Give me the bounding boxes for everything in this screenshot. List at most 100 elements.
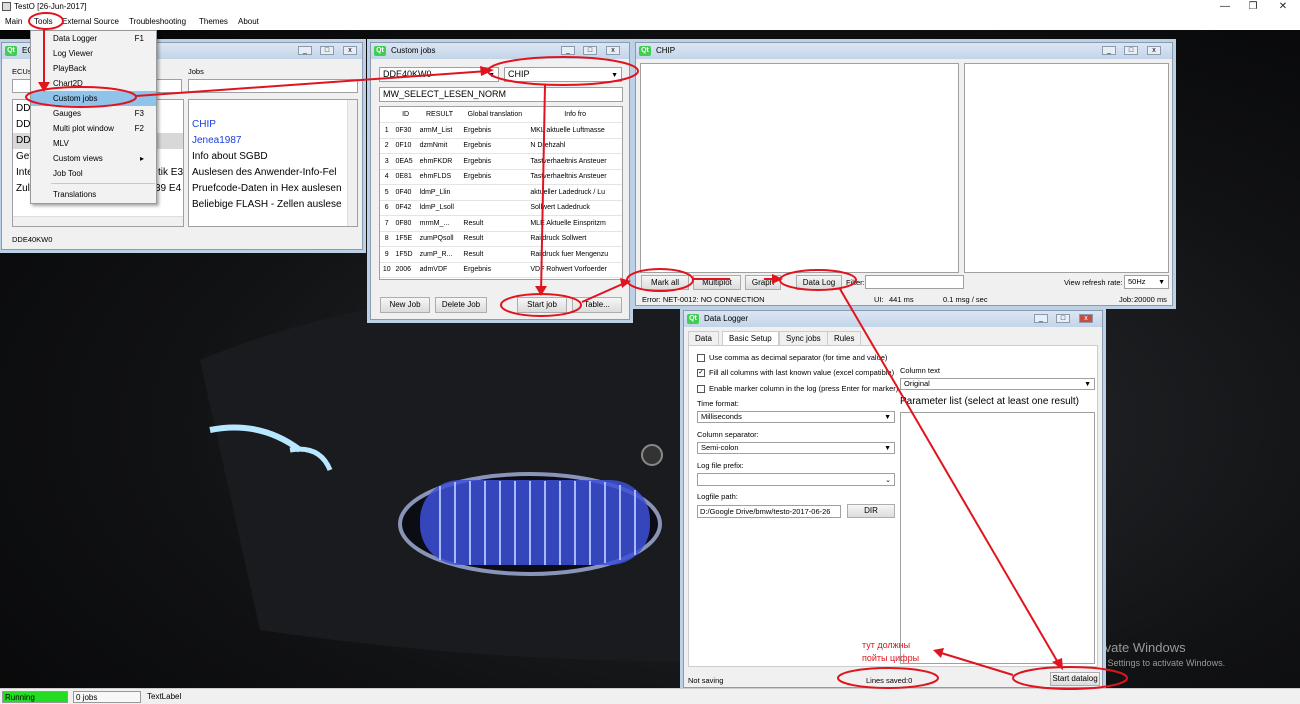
table-row[interactable]: 2 0F10 dzmNmit Ergebnis N Drehzahl (380, 138, 622, 154)
start-datalog-button[interactable]: Start datalog (1050, 672, 1100, 686)
list-item[interactable]: Info about SGBD (192, 151, 268, 162)
column-header[interactable]: Info fro (528, 107, 622, 123)
graph-button[interactable]: Graph (745, 275, 781, 290)
logfile-path-input[interactable]: D:/Google Drive/bmw/testo-2017-06-26 (697, 505, 841, 518)
log-prefix-combo[interactable]: ⌄ (697, 473, 895, 486)
maximize-icon[interactable]: □ (583, 46, 597, 55)
menu-separator (51, 183, 155, 184)
marker-column-checkbox[interactable] (697, 385, 705, 393)
maximize-icon[interactable]: □ (1124, 46, 1138, 55)
menu-item-translations[interactable]: Translations (31, 187, 156, 202)
menu-main[interactable]: Main (5, 17, 22, 26)
results-table[interactable]: ID RESULT Global translation Info fro 1 0F30… (379, 106, 623, 280)
table-row[interactable]: 3 0EA5 ehmFKDR Ergebnis Tastverhaeltnis Anst… (380, 153, 622, 170)
menu-item-multi-plot[interactable]: Multi plot window F2 (31, 121, 156, 136)
list-item[interactable]: DD (16, 135, 30, 146)
tab-data[interactable]: Data (688, 331, 719, 345)
comma-separator-checkbox[interactable] (697, 354, 705, 362)
menu-tools[interactable]: Tools (34, 17, 53, 26)
tab-basic-setup[interactable]: Basic Setup (722, 331, 779, 345)
refresh-rate-combo[interactable]: 50Hz ▼ (1124, 275, 1169, 289)
column-header[interactable]: Global translation (461, 107, 529, 123)
horizontal-scrollbar[interactable] (13, 216, 183, 226)
menu-item-custom-jobs[interactable]: Custom jobs (31, 91, 156, 106)
menubar: Main Tools External Source Troubleshooti… (0, 14, 1300, 30)
list-item[interactable]: Zul (16, 183, 30, 194)
column-text-combo[interactable]: Original ▼ (900, 378, 1095, 390)
filter-input[interactable] (865, 275, 964, 289)
time-format-combo[interactable]: Milliseconds ▼ (697, 411, 895, 423)
menu-troubleshooting[interactable]: Troubleshooting (129, 17, 186, 26)
table-row[interactable]: 9 1F5D zumP_R... Result Raildruck fuer Menge… (380, 246, 622, 263)
maximize-icon[interactable]: □ (1056, 314, 1070, 323)
menu-themes[interactable]: Themes (199, 17, 228, 26)
menu-item-custom-views[interactable]: Custom views ▸ (31, 151, 156, 166)
list-item[interactable]: DD (16, 103, 30, 114)
menu-item-log-viewer[interactable]: Log Viewer (31, 46, 156, 61)
table-row[interactable]: 10 2006 admVDF Ergebnis VDF Rohwert Vorfoerd… (380, 262, 622, 278)
table-row[interactable]: 1 0F30 armM_List Ergebnis MKL aktuelle Luftm… (380, 122, 622, 139)
vertical-scrollbar[interactable] (347, 100, 357, 226)
delete-job-button[interactable]: Delete Job (435, 297, 487, 313)
minimize-icon[interactable]: _ (298, 46, 312, 55)
lines-saved: Lines saved:0 (866, 676, 913, 685)
table-row[interactable]: 6 0F42 ldmP_Lsoll Sollwert Ladedruck (380, 200, 622, 216)
close-icon[interactable]: x (606, 46, 620, 55)
maximize-icon[interactable]: □ (320, 46, 334, 55)
multiplot-button[interactable]: Multiplot (693, 275, 741, 290)
table-cell: 0E81 (393, 169, 418, 185)
job-combo[interactable]: CHIP ▼ (504, 67, 622, 82)
tab-sync-jobs[interactable]: Sync jobs (779, 331, 828, 345)
app-title: TestO [26-Jun-2017] (14, 2, 87, 11)
job-name-field[interactable]: MW_SELECT_LESEN_NORM (379, 87, 623, 102)
start-job-button[interactable]: Start job (517, 297, 567, 313)
list-item[interactable]: Beliebige FLASH - Zellen auslese (192, 199, 342, 210)
minimize-icon[interactable]: _ (1034, 314, 1048, 323)
column-header[interactable]: ID (393, 107, 418, 123)
close-icon[interactable]: x (1079, 314, 1093, 323)
new-job-button[interactable]: New Job (380, 297, 430, 313)
table-row[interactable]: 5 0F40 ldmP_Llin aktueller Ladedruck / Lu (380, 184, 622, 201)
fill-columns-checkbox[interactable]: ✓ (697, 369, 705, 377)
table-row[interactable]: 8 1F5E zumPQsoll Result Raildruck Sollwert (380, 231, 622, 247)
mark-all-button[interactable]: Mark all (641, 275, 689, 290)
restore-icon[interactable]: ❐ (1240, 0, 1266, 14)
minimize-icon[interactable]: _ (561, 46, 575, 55)
table-row[interactable]: 4 0E81 ehmFLDS Ergebnis Tastverhaeltnis Anst… (380, 169, 622, 185)
column-separator-combo[interactable]: Semi-colon ▼ (697, 442, 895, 454)
close-icon[interactable]: ✕ (1270, 0, 1296, 14)
ecu-combo[interactable]: DDE40KW0 ▼ (379, 67, 499, 82)
data-logger-titlebar: Qt Data Logger _ □ x (684, 311, 1102, 327)
menu-about[interactable]: About (238, 17, 259, 26)
list-item[interactable]: Jenea1987 (192, 135, 242, 146)
minimize-icon[interactable]: — (1212, 0, 1238, 14)
list-item[interactable]: Auslesen des Anwender-Info-Fel (192, 167, 337, 178)
menu-item-gauges[interactable]: Gauges F3 (31, 106, 156, 121)
menu-item-mlv[interactable]: MLV (31, 136, 156, 151)
list-item[interactable]: DD (16, 119, 30, 130)
chevron-down-icon: ⌄ (885, 477, 891, 484)
menu-item-job-tool[interactable]: Job Tool (31, 166, 156, 181)
menu-item-playback[interactable]: PlayBack (31, 61, 156, 76)
minimize-icon[interactable]: _ (1102, 46, 1116, 55)
column-header[interactable]: RESULT (417, 107, 462, 123)
job-list[interactable]: CHIP Jenea1987 Info about SGBD Auslesen … (188, 99, 358, 227)
menu-item-data-logger[interactable]: Data Logger F1 (31, 31, 156, 46)
tab-rules[interactable]: Rules (827, 331, 862, 345)
dir-button[interactable]: DIR (847, 504, 895, 518)
custom-jobs-titlebar: Qt Custom jobs _ □ x (371, 43, 629, 59)
job-filter-input[interactable] (188, 79, 358, 93)
close-icon[interactable]: x (343, 46, 357, 55)
menu-item-chart2d[interactable]: Chart2D (31, 76, 156, 91)
chip-results-area[interactable] (640, 63, 959, 273)
menu-external-source[interactable]: External Source (62, 17, 119, 26)
close-icon[interactable]: x (1147, 46, 1161, 55)
list-item[interactable]: Pruefcode-Daten in Hex auslesen (192, 183, 342, 194)
table-row[interactable]: 7 0F80 mrmM_... Result MLE Aktuelle Einsprit… (380, 215, 622, 232)
table-button[interactable]: Table... (572, 297, 622, 313)
chip-side-area[interactable] (964, 63, 1169, 273)
list-item[interactable]: CHIP (192, 119, 216, 130)
parameter-list[interactable] (900, 412, 1095, 664)
column-header[interactable] (380, 107, 394, 123)
data-log-button[interactable]: Data Log (796, 275, 842, 290)
